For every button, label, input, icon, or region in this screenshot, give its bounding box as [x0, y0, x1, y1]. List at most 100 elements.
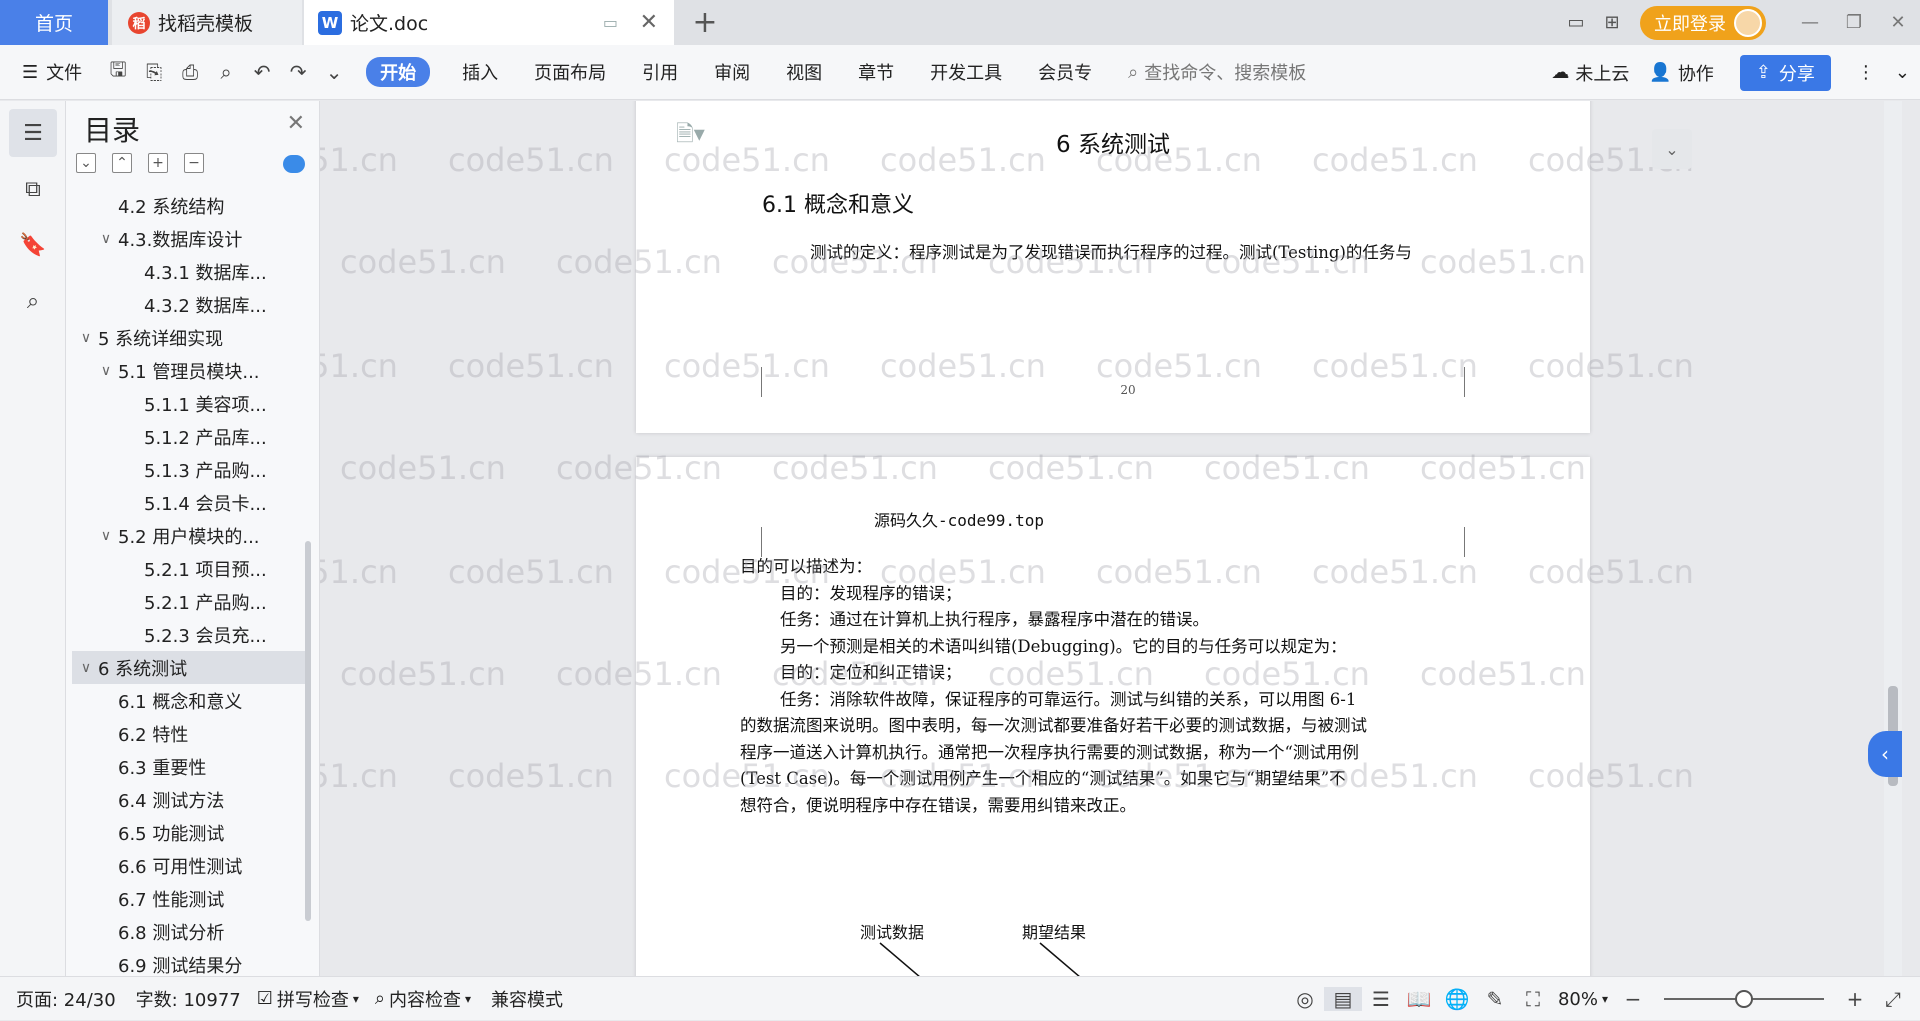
screen-icon[interactable]: ▭ [603, 13, 618, 32]
tab-developer[interactable]: 开发工具 [912, 45, 1020, 100]
undo-icon[interactable]: ↶ [244, 54, 280, 90]
document-area[interactable]: 🗎▾ 6 系统测试 6.1 概念和意义 测试的定义：程序测试是为了发现错误而执行… [320, 101, 1902, 976]
toc-item[interactable]: 5.1.2 产品库... [72, 420, 306, 453]
toc-item[interactable]: 6.3 重要性 [72, 750, 306, 783]
side-collapse-icon[interactable]: ⌄ [1652, 129, 1692, 169]
toc-item[interactable]: ∨ 5.2 用户模块的... [72, 519, 306, 552]
redo-icon[interactable]: ↷ [280, 54, 316, 90]
tab-view[interactable]: 视图 [768, 45, 840, 100]
tab-references[interactable]: 引用 [624, 45, 696, 100]
toc-item[interactable]: ∨ 6 系统测试 [72, 651, 306, 684]
document-scrollbar[interactable] [1884, 101, 1902, 976]
more-options-icon[interactable]: ⋮ [1857, 62, 1875, 83]
zoom-slider-knob[interactable] [1735, 990, 1753, 1008]
collaborate-button[interactable]: 👤 协作 [1649, 60, 1713, 86]
eye-protection-icon[interactable]: ◎ [1286, 987, 1324, 1011]
toc-item[interactable]: 5.1.3 产品购... [72, 453, 306, 486]
ai-assistant-icon[interactable] [283, 155, 305, 173]
toc-item[interactable]: 5.2.3 会员充... [72, 618, 306, 651]
restore-icon[interactable]: ❐ [1832, 0, 1876, 45]
reading-view-icon[interactable]: 📖 [1400, 987, 1438, 1011]
close-icon[interactable]: ✕ [287, 111, 305, 136]
web-view-icon[interactable]: 🌐 [1438, 987, 1476, 1011]
toc-item-label: 5.1.3 产品购... [144, 460, 267, 482]
find-icon[interactable]: ⌕ [9, 277, 57, 325]
zoom-out-icon[interactable]: − [1614, 987, 1652, 1011]
tab-member[interactable]: 会员专 [1020, 45, 1110, 100]
chevron-down-icon[interactable]: ∨ [98, 231, 114, 247]
toc-item[interactable]: ∨ 5 系统详细实现 [72, 321, 306, 354]
toc-item[interactable]: 6.9 测试结果分 [72, 948, 306, 975]
toc-item[interactable]: 6.1 概念和意义 [72, 684, 306, 717]
layout-icon[interactable]: ▭ [1558, 0, 1594, 45]
tab-document[interactable]: W 论文.doc ▭ ✕ [304, 0, 674, 45]
bookmark-icon[interactable]: 🔖 [9, 221, 57, 269]
toc-item[interactable]: 6.7 性能测试 [72, 882, 306, 915]
tab-home[interactable]: 首页 [0, 0, 108, 45]
toc-item[interactable]: 6.2 特性 [72, 717, 306, 750]
tab-docer-templates[interactable]: 稻 找稻壳模板 [112, 0, 302, 45]
outline-view-icon[interactable]: ☰ [1362, 987, 1400, 1011]
remove-level-icon[interactable]: − [184, 153, 204, 173]
toc-item[interactable]: 5.2.1 产品购... [72, 585, 306, 618]
toc-item[interactable]: ∨ 4.3.数据库设计 [72, 222, 306, 255]
toc-item[interactable]: 5.2.1 项目预... [72, 552, 306, 585]
toc-item[interactable]: 6.5 功能测试 [72, 816, 306, 849]
toc-item[interactable]: 6.6 可用性测试 [72, 849, 306, 882]
print-preview-icon[interactable]: ⌕ [208, 54, 244, 90]
fit-page-icon[interactable]: ⛶ [1514, 987, 1552, 1011]
share-button[interactable]: ⇪ 分享 [1739, 54, 1831, 91]
navigation-icon[interactable]: ⧉ [9, 165, 57, 213]
tab-review[interactable]: 审阅 [696, 45, 768, 100]
page-view-icon[interactable]: ▤ [1323, 987, 1362, 1011]
collapse-up-icon[interactable]: ⌃ [112, 153, 132, 173]
more-quick-icon[interactable]: ⌄ [316, 54, 352, 90]
page-indicator[interactable]: 页面: 24/30 [16, 986, 116, 1012]
file-menu[interactable]: ☰ 文件 [22, 45, 82, 99]
tab-insert[interactable]: 插入 [444, 45, 516, 100]
cloud-status[interactable]: ☁ 未上云 [1551, 60, 1629, 86]
tab-chapter[interactable]: 章节 [840, 45, 912, 100]
side-panel-toggle-icon[interactable]: ‹ [1868, 731, 1902, 777]
zoom-level[interactable]: 80% ▾ [1558, 989, 1608, 1010]
command-search[interactable]: ⌕ 查找命令、搜索模板 [1128, 59, 1306, 85]
toc-item[interactable]: ∨ 5.1 管理员模块... [72, 354, 306, 387]
close-window-icon[interactable]: ✕ [1876, 0, 1920, 45]
content-check[interactable]: ⌕ 内容检查 ▾ [375, 986, 471, 1012]
write-mode-icon[interactable]: ✎ [1476, 987, 1514, 1011]
document-page[interactable]: 🗎▾ 6 系统测试 6.1 概念和意义 测试的定义：程序测试是为了发现错误而执行… [636, 101, 1590, 433]
collapse-ribbon-icon[interactable]: ⌄ [1895, 62, 1910, 83]
section-heading: 6.1 概念和意义 [762, 193, 914, 218]
add-level-icon[interactable]: + [148, 153, 168, 173]
toc-item[interactable]: 6.8 测试分析 [72, 915, 306, 948]
zoom-slider[interactable] [1664, 990, 1824, 1008]
toc-item[interactable]: 4.3.2 数据库... [72, 288, 306, 321]
export-pdf-icon[interactable]: ⎘ [136, 54, 172, 90]
tab-page-layout[interactable]: 页面布局 [516, 45, 624, 100]
new-tab-button[interactable]: + [690, 0, 720, 45]
chevron-down-icon[interactable]: ∨ [98, 363, 114, 379]
chevron-down-icon[interactable]: ∨ [78, 330, 94, 346]
spell-check[interactable]: ☑ 拼写检查 ▾ [257, 986, 359, 1012]
toc-scrollbar[interactable] [305, 541, 311, 921]
chevron-down-icon[interactable]: ∨ [98, 528, 114, 544]
print-icon[interactable]: ⎙ [172, 54, 208, 90]
apps-grid-icon[interactable]: ⊞ [1594, 0, 1630, 45]
tab-start[interactable]: 开始 [366, 57, 431, 87]
toc-item[interactable]: 5.1.1 美容项... [72, 387, 306, 420]
zoom-in-icon[interactable]: + [1836, 987, 1874, 1011]
toc-item[interactable]: 5.1.4 会员卡... [72, 486, 306, 519]
chevron-down-icon[interactable]: ∨ [78, 660, 94, 676]
close-tab-icon[interactable]: ✕ [640, 10, 658, 35]
toc-panel-icon[interactable]: ☰ [9, 109, 57, 157]
save-icon[interactable]: 🖫 [100, 54, 136, 90]
word-count[interactable]: 字数: 10977 [136, 986, 241, 1012]
document-page[interactable]: 源码久久-code99.top 目的可以描述为： 目的：发现程序的错误； 任务：通过… [636, 457, 1590, 976]
minimize-icon[interactable]: — [1788, 0, 1832, 45]
toc-item[interactable]: 4.2 系统结构 [72, 189, 306, 222]
expand-down-icon[interactable]: ⌄ [76, 153, 96, 173]
fullscreen-icon[interactable]: ⤢ [1874, 987, 1912, 1011]
toc-item[interactable]: 6.4 测试方法 [72, 783, 306, 816]
login-button[interactable]: 立即登录 [1640, 5, 1766, 40]
toc-item[interactable]: 4.3.1 数据库... [72, 255, 306, 288]
